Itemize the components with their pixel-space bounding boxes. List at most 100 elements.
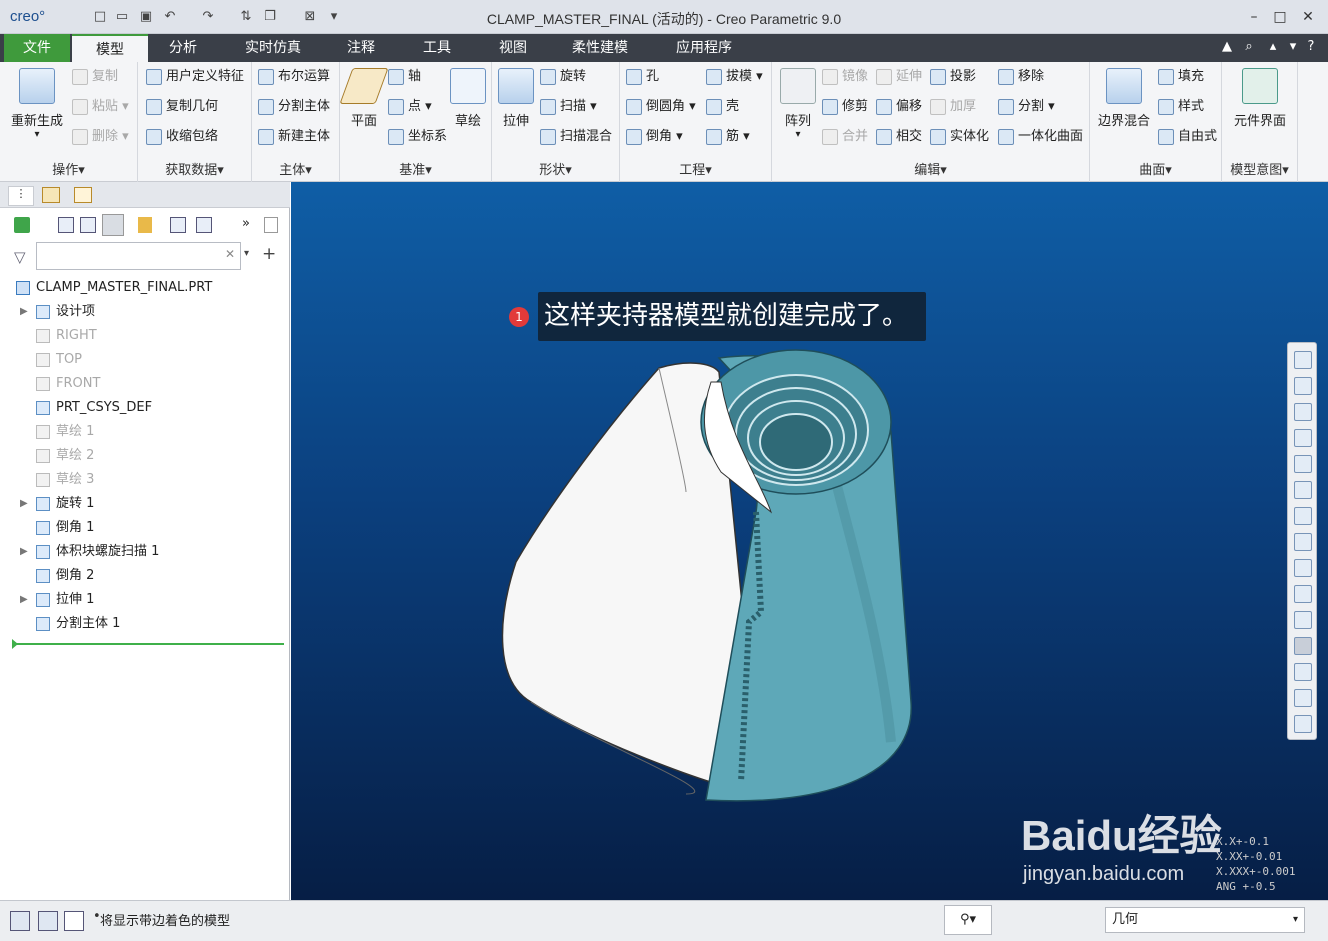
mirror-button[interactable]: 镜像 bbox=[822, 66, 868, 88]
browser-toggle-icon[interactable] bbox=[38, 911, 58, 931]
pattern-button[interactable]: 阵列 ▾ bbox=[778, 68, 818, 140]
tab-annotate[interactable]: 注释 bbox=[330, 34, 392, 62]
intersect-button[interactable]: 相交 bbox=[876, 126, 922, 148]
style-button[interactable]: 样式 bbox=[1158, 96, 1204, 118]
shell-button[interactable]: 壳 bbox=[706, 96, 739, 118]
tree-item[interactable]: ▶ 拉伸 1 bbox=[0, 588, 290, 612]
revolve-button[interactable]: 旋转 bbox=[540, 66, 586, 88]
tab-file[interactable]: 文件 bbox=[4, 34, 70, 62]
merge-button[interactable]: 合并 bbox=[822, 126, 868, 148]
notes-icon[interactable] bbox=[264, 217, 278, 233]
hole-button[interactable]: 孔 bbox=[626, 66, 659, 88]
tree-item[interactable]: PRT_CSYS_DEF bbox=[0, 396, 290, 420]
csys-button[interactable]: 坐标系 bbox=[388, 126, 447, 148]
group-label-surfaces[interactable]: 曲面▾ bbox=[1090, 159, 1221, 178]
display-style-icon[interactable] bbox=[1294, 455, 1312, 473]
tree-item[interactable]: ▶ 设计项 bbox=[0, 300, 290, 324]
add-filter-icon[interactable]: + bbox=[262, 244, 276, 264]
tree-item[interactable]: FRONT bbox=[0, 372, 290, 396]
favorites-tab-icon[interactable] bbox=[74, 187, 92, 203]
tab-analysis[interactable]: 分析 bbox=[150, 34, 216, 62]
pause-icon[interactable] bbox=[1294, 689, 1312, 707]
show-icon[interactable] bbox=[14, 217, 30, 233]
tree-item[interactable]: TOP bbox=[0, 348, 290, 372]
tab-flexible-modeling[interactable]: 柔性建模 bbox=[562, 34, 638, 62]
perspective-icon[interactable] bbox=[1294, 533, 1312, 551]
find-icon[interactable]: ⚲▾ bbox=[944, 905, 992, 935]
columns-icon[interactable] bbox=[102, 214, 124, 236]
clear-icon[interactable]: ✕ bbox=[225, 247, 235, 261]
zoom-out-icon[interactable] bbox=[1294, 403, 1312, 421]
refit-icon[interactable] bbox=[1294, 351, 1312, 369]
split-body-button[interactable]: 分割主体 bbox=[258, 96, 330, 118]
regenerate-button[interactable]: 重新生成 ▾ bbox=[8, 68, 66, 140]
plane-button[interactable]: 平面 bbox=[339, 68, 389, 129]
expand-arrow-icon[interactable]: ▶ bbox=[20, 588, 28, 612]
learning-icon[interactable]: ▴ bbox=[1264, 39, 1282, 54]
zoom-in-icon[interactable] bbox=[1294, 377, 1312, 395]
new-body-button[interactable]: 新建主体 bbox=[258, 126, 330, 148]
copy-button[interactable]: 复制 bbox=[72, 66, 118, 88]
insert-indicator[interactable] bbox=[16, 643, 284, 645]
offset-button[interactable]: 偏移 bbox=[876, 96, 922, 118]
appearance-icon[interactable] bbox=[1294, 663, 1312, 681]
maximize-button[interactable]: □ bbox=[1268, 7, 1292, 27]
repaint-icon[interactable] bbox=[1294, 429, 1312, 447]
boundary-blend-button[interactable]: 边界混合 bbox=[1094, 68, 1154, 129]
group-label-operations[interactable]: 操作▾ bbox=[0, 159, 137, 178]
expand-arrow-icon[interactable]: ▶ bbox=[20, 300, 28, 324]
tab-model[interactable]: 模型 bbox=[72, 34, 148, 62]
rib-button[interactable]: 筋 ▾ bbox=[706, 126, 750, 148]
tree-view-icon[interactable] bbox=[58, 217, 74, 233]
selection-filter[interactable]: 几何 ▾ bbox=[1105, 907, 1305, 933]
navigator-toggle-icon[interactable] bbox=[10, 911, 30, 931]
swept-blend-button[interactable]: 扫描混合 bbox=[540, 126, 612, 148]
shrinkwrap-button[interactable]: 收缩包络 bbox=[146, 126, 218, 148]
delete-button[interactable]: 删除 ▾ bbox=[72, 126, 129, 148]
tree-item[interactable]: ▶ 旋转 1 bbox=[0, 492, 290, 516]
dropdown-icon[interactable]: ▾ bbox=[1284, 39, 1302, 54]
point-button[interactable]: 点 ▾ bbox=[388, 96, 432, 118]
axis-button[interactable]: 轴 bbox=[388, 66, 421, 88]
copy-geometry-button[interactable]: 复制几何 bbox=[146, 96, 218, 118]
tree-item[interactable]: ▶ 体积块螺旋扫描 1 bbox=[0, 540, 290, 564]
group-label-shapes[interactable]: 形状▾ bbox=[492, 159, 619, 178]
minimize-button[interactable]: – bbox=[1242, 7, 1266, 27]
highlight-icon[interactable] bbox=[138, 217, 152, 233]
sketch-button[interactable]: 草绘 bbox=[448, 68, 488, 129]
search-icon[interactable]: ⌕ bbox=[1240, 39, 1258, 54]
group-label-model-intent[interactable]: 模型意图▾ bbox=[1222, 159, 1297, 178]
paste-button[interactable]: 粘贴 ▾ bbox=[72, 96, 129, 118]
tree-root[interactable]: CLAMP_MASTER_FINAL.PRT bbox=[0, 276, 290, 300]
tab-view[interactable]: 视图 bbox=[482, 34, 544, 62]
list-view-icon[interactable] bbox=[80, 217, 96, 233]
extrude-button[interactable]: 拉伸 bbox=[496, 68, 536, 129]
tree-item[interactable]: 草绘 3 bbox=[0, 468, 290, 492]
chamfer-button[interactable]: 倒角 ▾ bbox=[626, 126, 683, 148]
trim-button[interactable]: 修剪 bbox=[822, 96, 868, 118]
graphics-window[interactable]: 1 这样夹持器模型就创建完成了。 X.X+-0.1 X.XX+-0.01 X.XXX… bbox=[291, 182, 1328, 900]
section-icon[interactable] bbox=[1294, 559, 1312, 577]
draft-button[interactable]: 拔模 ▾ bbox=[706, 66, 763, 88]
udf-button[interactable]: 用户定义特征 bbox=[146, 66, 244, 88]
component-interface-button[interactable]: 元件界面 bbox=[1228, 68, 1292, 129]
datum-display-icon[interactable] bbox=[1294, 585, 1312, 603]
more-icon[interactable]: » bbox=[242, 216, 250, 231]
group-label-editing[interactable]: 编辑▾ bbox=[772, 159, 1089, 178]
split-button[interactable]: 分割 ▾ bbox=[998, 96, 1055, 118]
group-label-body[interactable]: 主体▾ bbox=[252, 159, 339, 178]
thicken-button[interactable]: 加厚 bbox=[930, 96, 976, 118]
saved-orientations-icon[interactable] bbox=[1294, 481, 1312, 499]
close-button[interactable]: ✕ bbox=[1296, 7, 1320, 27]
help-icon[interactable]: ? bbox=[1302, 39, 1320, 54]
view-manager-icon[interactable] bbox=[1294, 507, 1312, 525]
group-label-get-data[interactable]: 获取数据▾ bbox=[138, 159, 251, 178]
boolean-button[interactable]: 布尔运算 bbox=[258, 66, 330, 88]
collapse-ribbon-icon[interactable]: ▲ bbox=[1218, 39, 1236, 54]
tree-item[interactable]: 倒角 1 bbox=[0, 516, 290, 540]
freestyle-button[interactable]: 自由式 bbox=[1158, 126, 1217, 148]
group-label-engineering[interactable]: 工程▾ bbox=[620, 159, 771, 178]
tree-item[interactable]: 草绘 1 bbox=[0, 420, 290, 444]
move-button[interactable]: 移除 bbox=[998, 66, 1044, 88]
sweep-button[interactable]: 扫描 ▾ bbox=[540, 96, 597, 118]
